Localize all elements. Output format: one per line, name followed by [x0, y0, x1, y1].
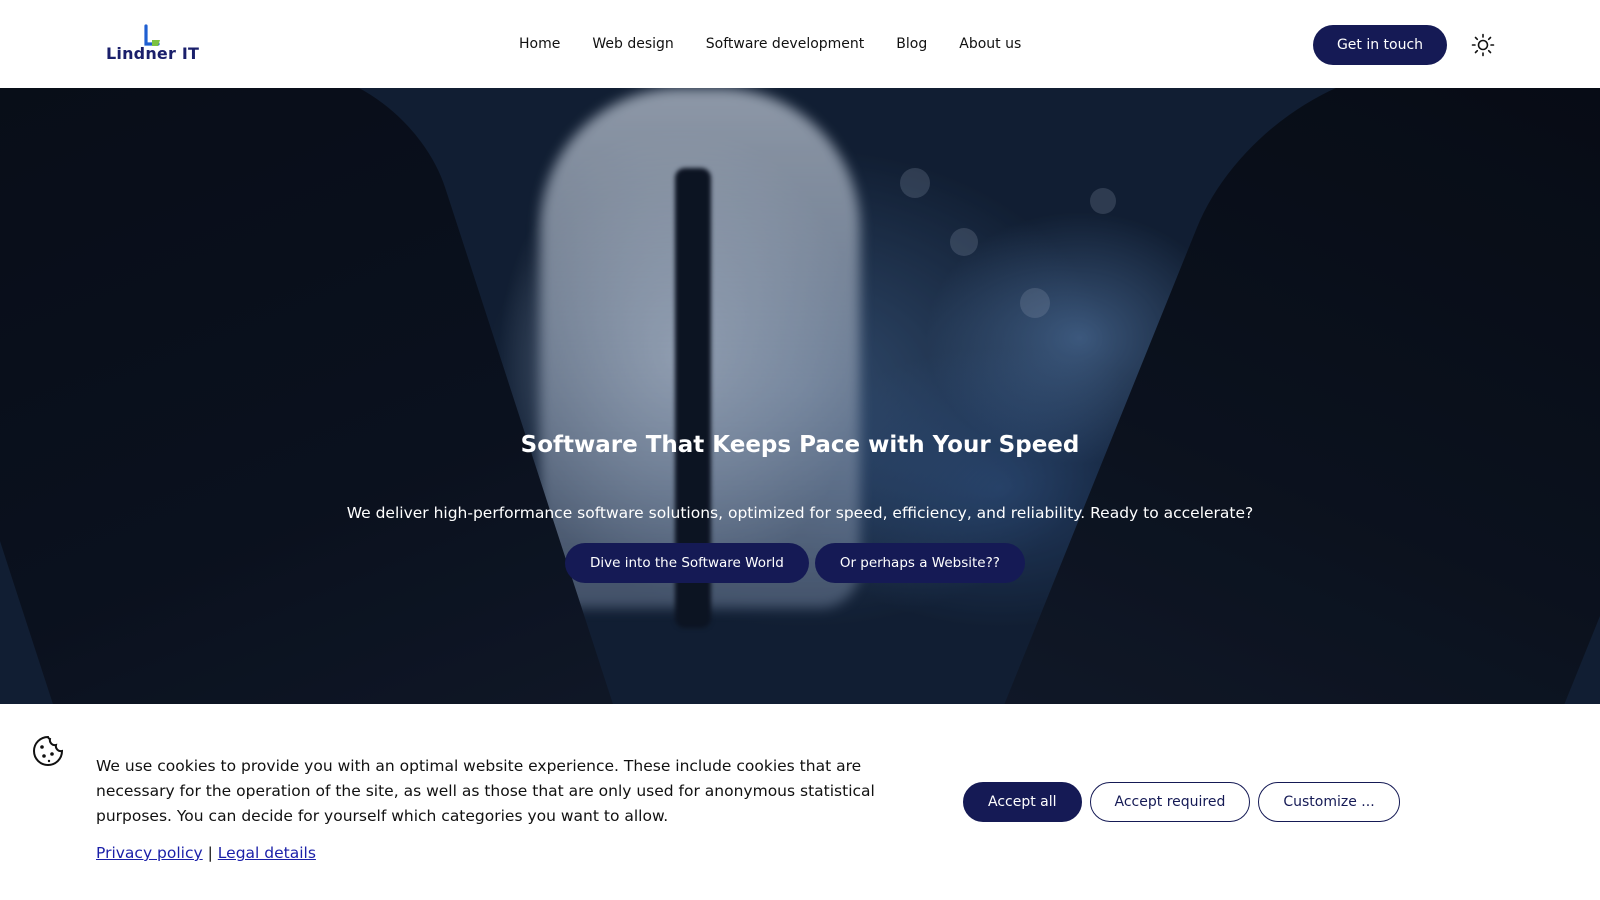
legal-details-link[interactable]: Legal details [218, 844, 316, 862]
nav-web-design[interactable]: Web design [592, 36, 673, 52]
hero-overlay [0, 88, 1600, 704]
hero-section: Software That Keeps Pace with Your Speed… [0, 88, 1600, 704]
cookie-icon [33, 735, 64, 766]
site-header: Lindner IT Home Web design Software deve… [0, 0, 1600, 88]
accept-required-button[interactable]: Accept required [1089, 782, 1251, 822]
hero-subtitle: We deliver high-performance software sol… [346, 504, 1254, 522]
get-in-touch-button[interactable]: Get in touch [1313, 25, 1447, 65]
nav-home[interactable]: Home [519, 36, 560, 52]
privacy-policy-link[interactable]: Privacy policy [96, 844, 203, 862]
nav-blog[interactable]: Blog [896, 36, 927, 52]
hero-title: Software That Keeps Pace with Your Speed [520, 432, 1080, 458]
theme-toggle[interactable] [1470, 32, 1496, 58]
cookie-actions: Accept all Accept required Customize ... [963, 782, 1400, 822]
nav-software-development[interactable]: Software development [706, 36, 865, 52]
main-nav: Home Web design Software development Blo… [519, 36, 1021, 52]
cookie-links: Privacy policy | Legal details [96, 844, 316, 862]
website-button[interactable]: Or perhaps a Website?? [814, 543, 1025, 583]
nav-about-us[interactable]: About us [959, 36, 1021, 52]
hero-actions: Dive into the Software World Or perhaps … [565, 543, 1025, 583]
accept-all-button[interactable]: Accept all [963, 782, 1082, 822]
cookie-message: We use cookies to provide you with an op… [96, 757, 875, 825]
cookie-banner: We use cookies to provide you with an op… [0, 704, 1600, 900]
logo[interactable]: Lindner IT [106, 24, 206, 64]
link-separator: | [207, 844, 213, 862]
software-world-button[interactable]: Dive into the Software World [565, 543, 809, 583]
customize-button[interactable]: Customize ... [1258, 782, 1400, 822]
sun-icon [1471, 33, 1495, 57]
logo-text: Lindner IT [106, 44, 200, 63]
